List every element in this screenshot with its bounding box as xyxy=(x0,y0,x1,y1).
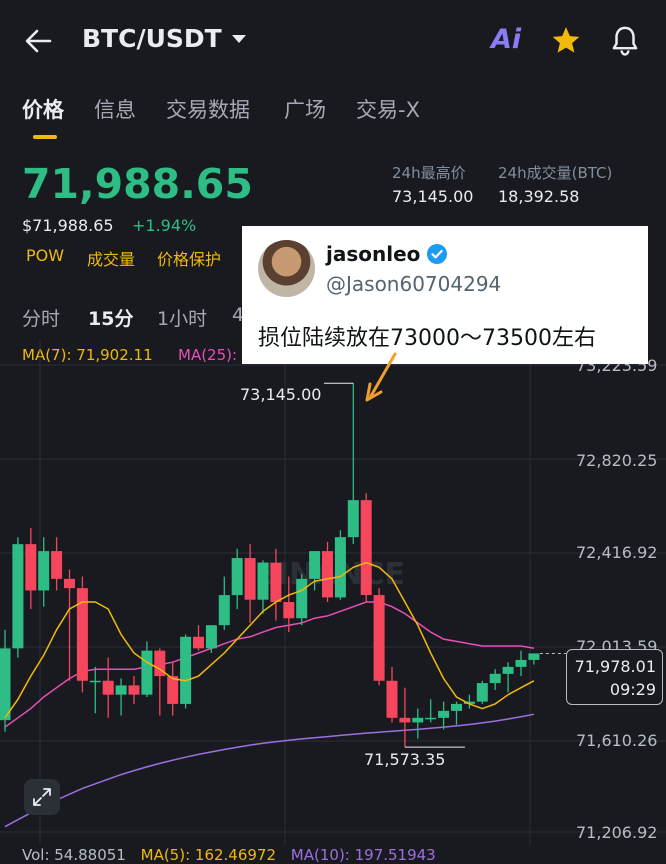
candlestick-chart[interactable]: BINANCE xyxy=(0,340,666,845)
candle-body xyxy=(412,717,424,723)
last-price: 71,988.65 xyxy=(22,160,253,208)
volume-ma5-label: MA(5): 162.46972 xyxy=(140,846,277,864)
candle-body xyxy=(386,680,398,718)
verified-badge-icon xyxy=(427,244,448,264)
candle-body xyxy=(476,683,488,702)
back-button[interactable] xyxy=(22,26,54,56)
candle-body xyxy=(373,595,385,681)
current-price-value: 71,978.01 xyxy=(574,657,656,676)
tweet-card: jasonleo @Jason60704294 损位陆续放在73000～7350… xyxy=(242,226,648,364)
ai-button[interactable]: Ai xyxy=(491,24,521,55)
candle-body xyxy=(167,676,179,704)
candle-body xyxy=(399,717,411,723)
candle-body xyxy=(25,544,37,591)
volume-legend: Vol: 54.88051 MA(5): 162.46972 MA(10): 1… xyxy=(22,846,436,864)
y-tick-label: 71,610.26 xyxy=(576,731,658,750)
star-icon xyxy=(552,27,580,53)
candle-body xyxy=(128,685,140,695)
candle-body xyxy=(489,673,501,684)
high-label: 24h最高价 xyxy=(392,164,466,182)
pair-title: BTC/USDT xyxy=(82,24,222,53)
arrow-left-icon xyxy=(25,29,52,53)
interval-1h[interactable]: 1小时 xyxy=(157,304,207,331)
candle-body xyxy=(283,602,295,619)
high-value: 73,145.00 xyxy=(392,187,474,206)
tab-info[interactable]: 信息 xyxy=(94,94,136,124)
candle-body xyxy=(38,551,50,591)
candle-body xyxy=(193,636,204,649)
candle-body xyxy=(296,578,308,619)
pair-selector[interactable]: BTC/USDT xyxy=(82,24,248,53)
candle-body xyxy=(502,666,514,674)
tab-trade-x[interactable]: 交易-X xyxy=(356,94,420,124)
volume-ma10-label: MA(10): 197.51943 xyxy=(290,846,436,864)
tweet-text: 损位陆续放在73000～73500左右 xyxy=(258,326,596,351)
fullscreen-button[interactable] xyxy=(24,779,60,815)
candle-body xyxy=(89,680,101,683)
candle-body xyxy=(515,659,527,667)
high-marker-label: 73,145.00 xyxy=(240,385,322,404)
candle-body xyxy=(270,562,282,603)
candle-body xyxy=(0,648,11,721)
price-change: +1.94% xyxy=(132,216,197,235)
low-marker-label: 71,573.35 xyxy=(364,750,446,769)
candle-body xyxy=(425,717,437,720)
expand-icon xyxy=(33,788,51,806)
candle-body xyxy=(257,562,269,600)
candle-body xyxy=(115,685,127,695)
candle-body xyxy=(12,544,24,649)
candle-body xyxy=(205,625,217,649)
favorite-button[interactable] xyxy=(550,25,582,60)
tag-pow[interactable]: POW xyxy=(26,246,64,265)
candle-body xyxy=(141,650,153,695)
candle-body xyxy=(231,558,243,596)
ma99-line xyxy=(4,713,535,828)
y-tick-label: 71,206.92 xyxy=(576,823,658,842)
candle-countdown: 09:29 xyxy=(609,680,656,699)
candle-body xyxy=(309,551,321,579)
candle-body xyxy=(322,551,333,598)
volume-value-label: Vol: 54.88051 xyxy=(22,846,126,864)
volume-label: 24h成交量(BTC) xyxy=(498,164,613,182)
current-price-tag[interactable]: 71,978.01 09:29 xyxy=(566,649,663,705)
candle-body xyxy=(218,595,230,626)
tab-trading-data[interactable]: 交易数据 xyxy=(166,94,250,124)
candle-body xyxy=(438,710,450,718)
tab-price[interactable]: 价格 xyxy=(22,94,64,124)
candle-body xyxy=(102,680,114,695)
tweet-author-handle: @Jason60704294 xyxy=(326,272,502,296)
volume-value: 18,392.58 xyxy=(498,187,580,206)
candle-body xyxy=(360,500,372,596)
bell-icon xyxy=(612,26,638,56)
annotation-arrow-icon xyxy=(365,352,397,402)
interval-15m[interactable]: 15分 xyxy=(88,304,133,331)
caret-down-icon xyxy=(231,34,246,43)
usd-price: $71,988.65 xyxy=(22,216,114,235)
candle-body xyxy=(64,578,75,589)
y-tick-label: 72,416.92 xyxy=(576,543,658,562)
candle-body xyxy=(51,551,63,579)
interval-timeline[interactable]: 分时 xyxy=(22,304,60,331)
notification-button[interactable] xyxy=(609,24,641,62)
candle-body xyxy=(528,653,540,660)
candle-body xyxy=(347,500,359,538)
tag-volume[interactable]: 成交量 xyxy=(87,246,135,270)
candle-body xyxy=(451,703,462,711)
tab-square[interactable]: 广场 xyxy=(284,94,326,124)
tweet-author-name: jasonleo xyxy=(326,242,448,266)
candle-body xyxy=(334,537,346,598)
candle-body xyxy=(244,558,256,600)
tag-price-protection[interactable]: 价格保护 xyxy=(157,246,221,270)
ai-icon: Ai xyxy=(491,24,522,55)
y-tick-label: 72,820.25 xyxy=(576,451,658,470)
active-tab-indicator xyxy=(33,135,57,139)
candle-body xyxy=(180,636,192,704)
avatar xyxy=(258,240,315,297)
